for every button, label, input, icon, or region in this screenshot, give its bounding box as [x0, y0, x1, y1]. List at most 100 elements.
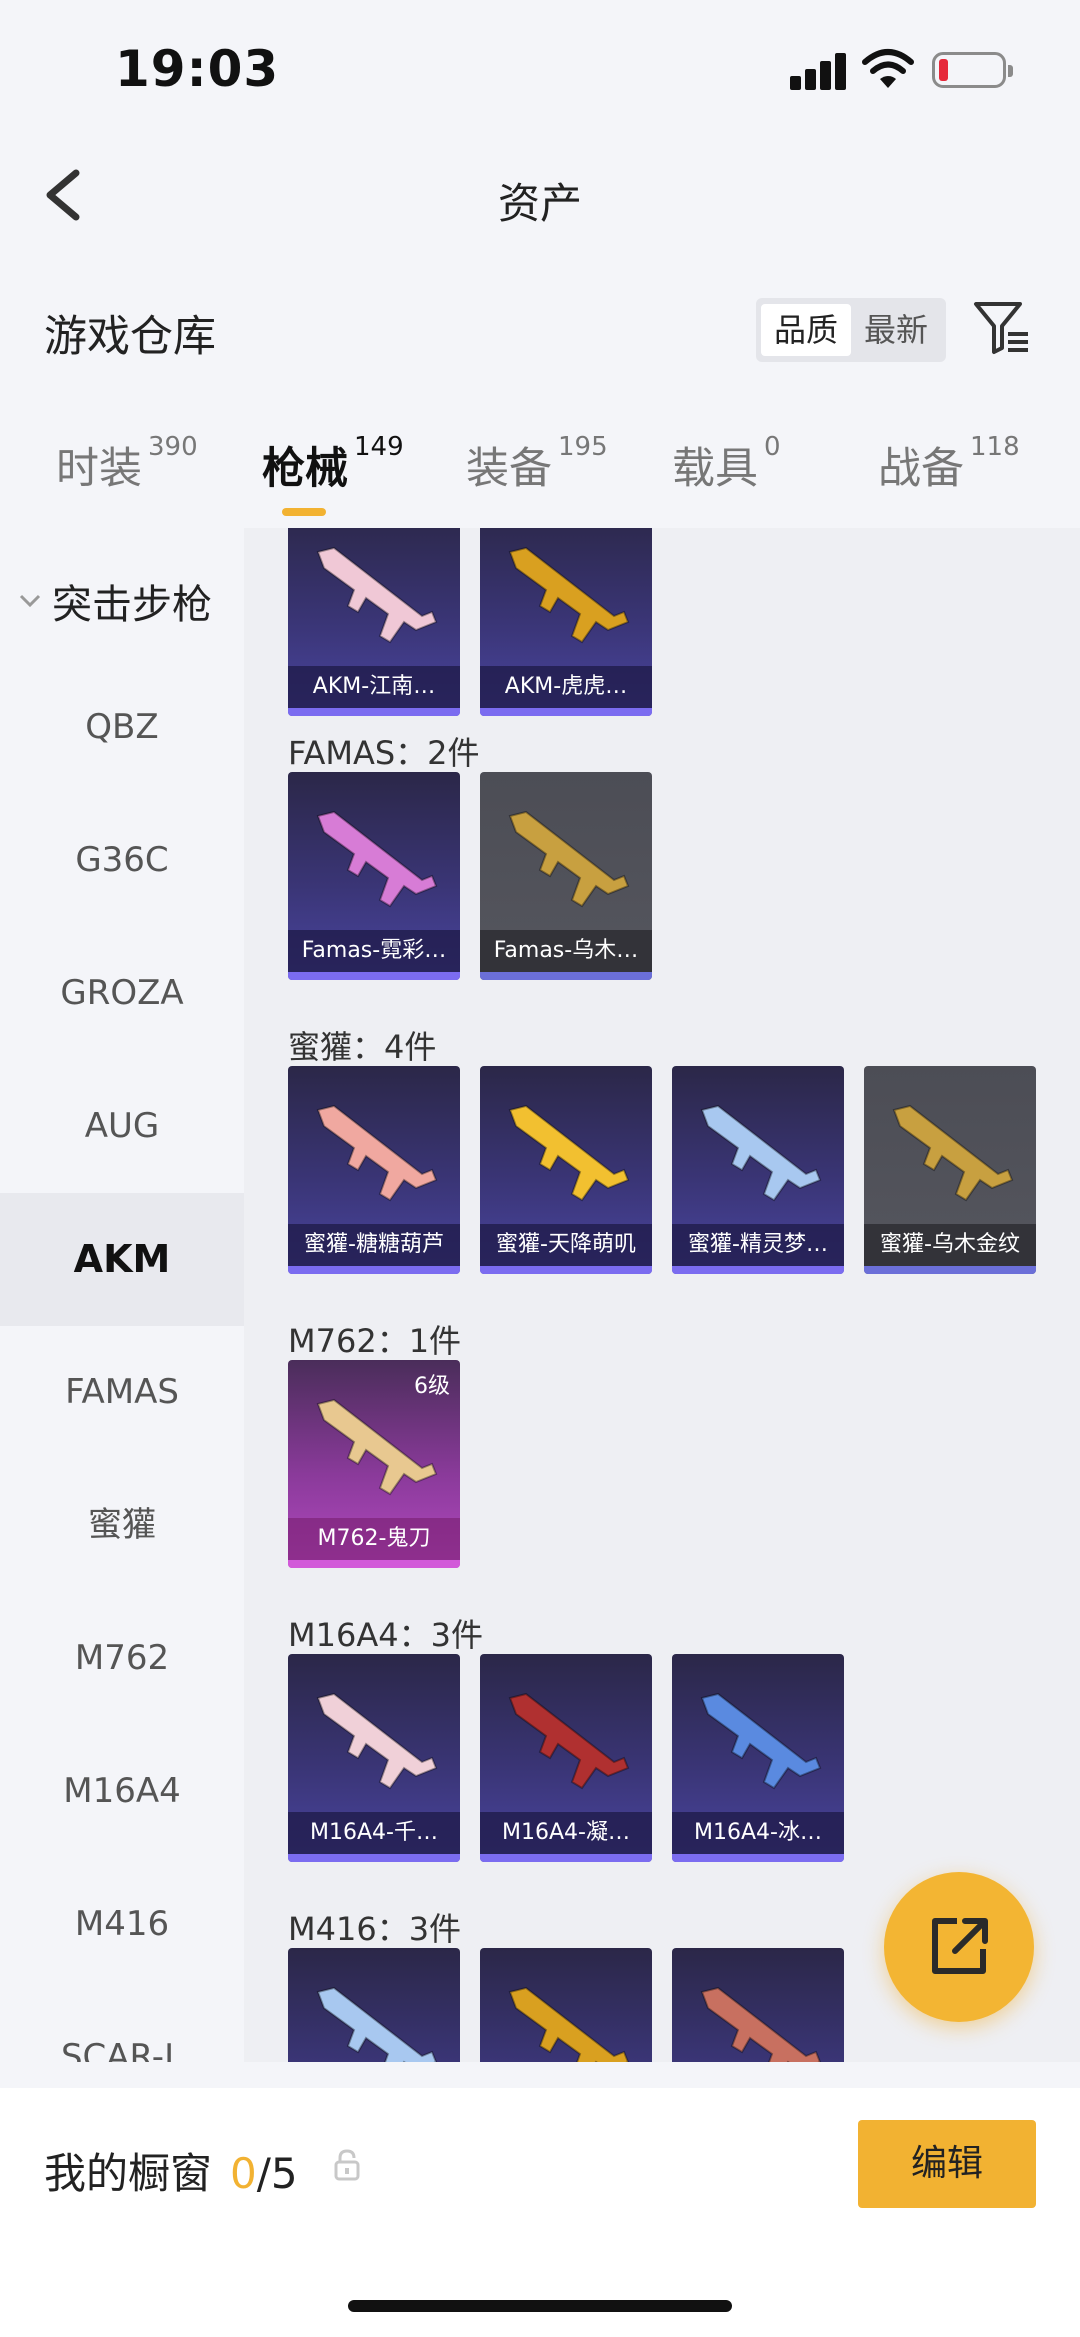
sidebar-item-m416[interactable]: M416: [0, 1858, 244, 1991]
tab-equipment[interactable]: 装备 195: [466, 432, 608, 496]
sort-segmented-control: 品质 最新: [756, 298, 946, 362]
rifle-icon: [700, 1986, 822, 2062]
rarity-bar: [288, 708, 460, 716]
skin-name: 蜜獾-天降萌叽: [480, 1224, 652, 1266]
warehouse-title: 游戏仓库: [44, 312, 216, 362]
rarity-bar: [480, 972, 652, 980]
rarity-bar: [288, 1560, 460, 1568]
filter-icon[interactable]: [970, 296, 1034, 360]
skin-card[interactable]: AKM-江南…: [288, 528, 460, 716]
rifle-icon: [316, 546, 438, 644]
status-time: 19:03: [115, 40, 280, 98]
skin-card[interactable]: Famas-霓彩…: [288, 772, 460, 980]
category-header[interactable]: 突击步枪: [18, 572, 212, 630]
rifle-icon: [508, 1692, 630, 1790]
tab-count: 0: [764, 432, 781, 462]
tab-count: 118: [970, 432, 1020, 462]
share-export-icon: [932, 1918, 988, 1974]
sidebar-item-famas[interactable]: FAMAS: [0, 1326, 244, 1459]
skin-card[interactable]: 蜜獾-天降萌叽: [480, 1066, 652, 1274]
sidebar-item-m762[interactable]: M762: [0, 1592, 244, 1725]
group-title: M416：3件: [288, 1910, 462, 1948]
rarity-bar: [288, 1854, 460, 1862]
showcase-title: 我的橱窗: [44, 2149, 213, 2198]
rarity-bar: [288, 972, 460, 980]
rifle-icon: [508, 1104, 630, 1202]
rarity-bar: [864, 1266, 1036, 1274]
tab-label: 战备: [878, 444, 964, 494]
rarity-bar: [672, 1266, 844, 1274]
skin-name: Famas-乌木…: [480, 930, 652, 972]
active-tab-indicator: [282, 508, 326, 516]
skin-card[interactable]: 蜜獾-乌木金纹: [864, 1066, 1036, 1274]
level-badge: 6级: [414, 1374, 450, 1399]
rifle-icon: [508, 1986, 630, 2062]
tab-fashion[interactable]: 时装 390: [56, 432, 198, 496]
sidebar-item-scar-l[interactable]: SCAR-L: [0, 1991, 244, 2062]
skin-card[interactable]: M16A4-凝…: [480, 1654, 652, 1862]
tab-label: 时装: [56, 444, 142, 494]
category-tabs: 时装 390 枪械 149 装备 195 载具 0 战备 118: [0, 420, 1080, 520]
group-title: M16A4：3件: [288, 1616, 483, 1654]
skin-name: AKM-江南…: [288, 666, 460, 708]
skin-name: M16A4-千…: [288, 1812, 460, 1854]
chevron-down-icon: [19, 594, 41, 608]
skin-name: 蜜獾-乌木金纹: [864, 1224, 1036, 1266]
sidebar-item-akm[interactable]: AKM: [0, 1193, 244, 1326]
showcase-label: 我的橱窗 0 /5: [44, 2140, 298, 2201]
share-button[interactable]: [884, 1872, 1034, 2022]
sidebar-item-honey-badger[interactable]: 蜜獾: [0, 1459, 244, 1592]
tab-gear[interactable]: 战备 118: [878, 432, 1020, 496]
rarity-bar: [480, 708, 652, 716]
sidebar-item-m16a4[interactable]: M16A4: [0, 1725, 244, 1858]
rarity-bar: [480, 1266, 652, 1274]
rifle-icon: [892, 1104, 1014, 1202]
edit-button[interactable]: 编辑: [858, 2120, 1036, 2208]
warehouse-header: 游戏仓库 品质 最新: [0, 280, 1080, 380]
home-indicator: [348, 2300, 732, 2312]
rifle-icon: [508, 810, 630, 908]
skin-card[interactable]: 蜜獾-精灵梦…: [672, 1066, 844, 1274]
skin-card[interactable]: [672, 1948, 844, 2062]
skin-card[interactable]: [480, 1948, 652, 2062]
tab-count: 195: [558, 432, 608, 462]
skin-card[interactable]: M16A4-千…: [288, 1654, 460, 1862]
sidebar-item-aug[interactable]: AUG: [0, 1060, 244, 1193]
rifle-icon: [316, 810, 438, 908]
sidebar-item-groza[interactable]: GROZA: [0, 927, 244, 1060]
skin-name: Famas-霓彩…: [288, 930, 460, 972]
navigation-bar: 资产: [0, 140, 1080, 250]
cellular-signal-icon: [790, 52, 848, 90]
weapon-category-sidebar: 突击步枪 QBZ G36C GROZA AUG AKM FAMAS 蜜獾 M76…: [0, 528, 244, 2062]
tab-label: 枪械: [262, 444, 348, 494]
skin-card[interactable]: 6级 M762-鬼刀: [288, 1360, 460, 1568]
page-title: 资产: [497, 179, 582, 228]
showcase-count: 0: [230, 2149, 257, 2198]
skin-card[interactable]: [288, 1948, 460, 2062]
skin-card[interactable]: Famas-乌木…: [480, 772, 652, 980]
battery-icon: [932, 52, 1013, 88]
sidebar-item-g36c[interactable]: G36C: [0, 794, 244, 927]
skin-card[interactable]: M16A4-冰…: [672, 1654, 844, 1862]
tab-vehicles[interactable]: 载具 0: [672, 432, 781, 496]
lock-icon: [334, 2149, 360, 2181]
tab-label: 载具: [672, 444, 758, 494]
rifle-icon: [700, 1692, 822, 1790]
skin-card[interactable]: AKM-虎虎…: [480, 528, 652, 716]
skin-name: M762-鬼刀: [288, 1518, 460, 1560]
skin-card[interactable]: 蜜獾-糖糖葫芦: [288, 1066, 460, 1274]
rifle-icon: [700, 1104, 822, 1202]
skin-name: 蜜獾-糖糖葫芦: [288, 1224, 460, 1266]
sidebar-item-qbz[interactable]: QBZ: [0, 661, 244, 794]
tab-firearms[interactable]: 枪械 149: [262, 432, 404, 496]
sort-quality-button[interactable]: 品质: [761, 304, 851, 356]
rifle-icon: [316, 1986, 438, 2062]
rarity-bar: [288, 1266, 460, 1274]
skin-name: 蜜獾-精灵梦…: [672, 1224, 844, 1266]
rifle-icon: [316, 1692, 438, 1790]
tab-count: 390: [148, 432, 198, 462]
sort-latest-button[interactable]: 最新: [851, 304, 941, 356]
app-screen: 19:03 资产 游戏仓库 品质 最新 时装 390 枪械 149 装备 195…: [0, 0, 1080, 2337]
group-title: 蜜獾：4件: [288, 1028, 437, 1066]
wifi-icon: [862, 49, 914, 88]
